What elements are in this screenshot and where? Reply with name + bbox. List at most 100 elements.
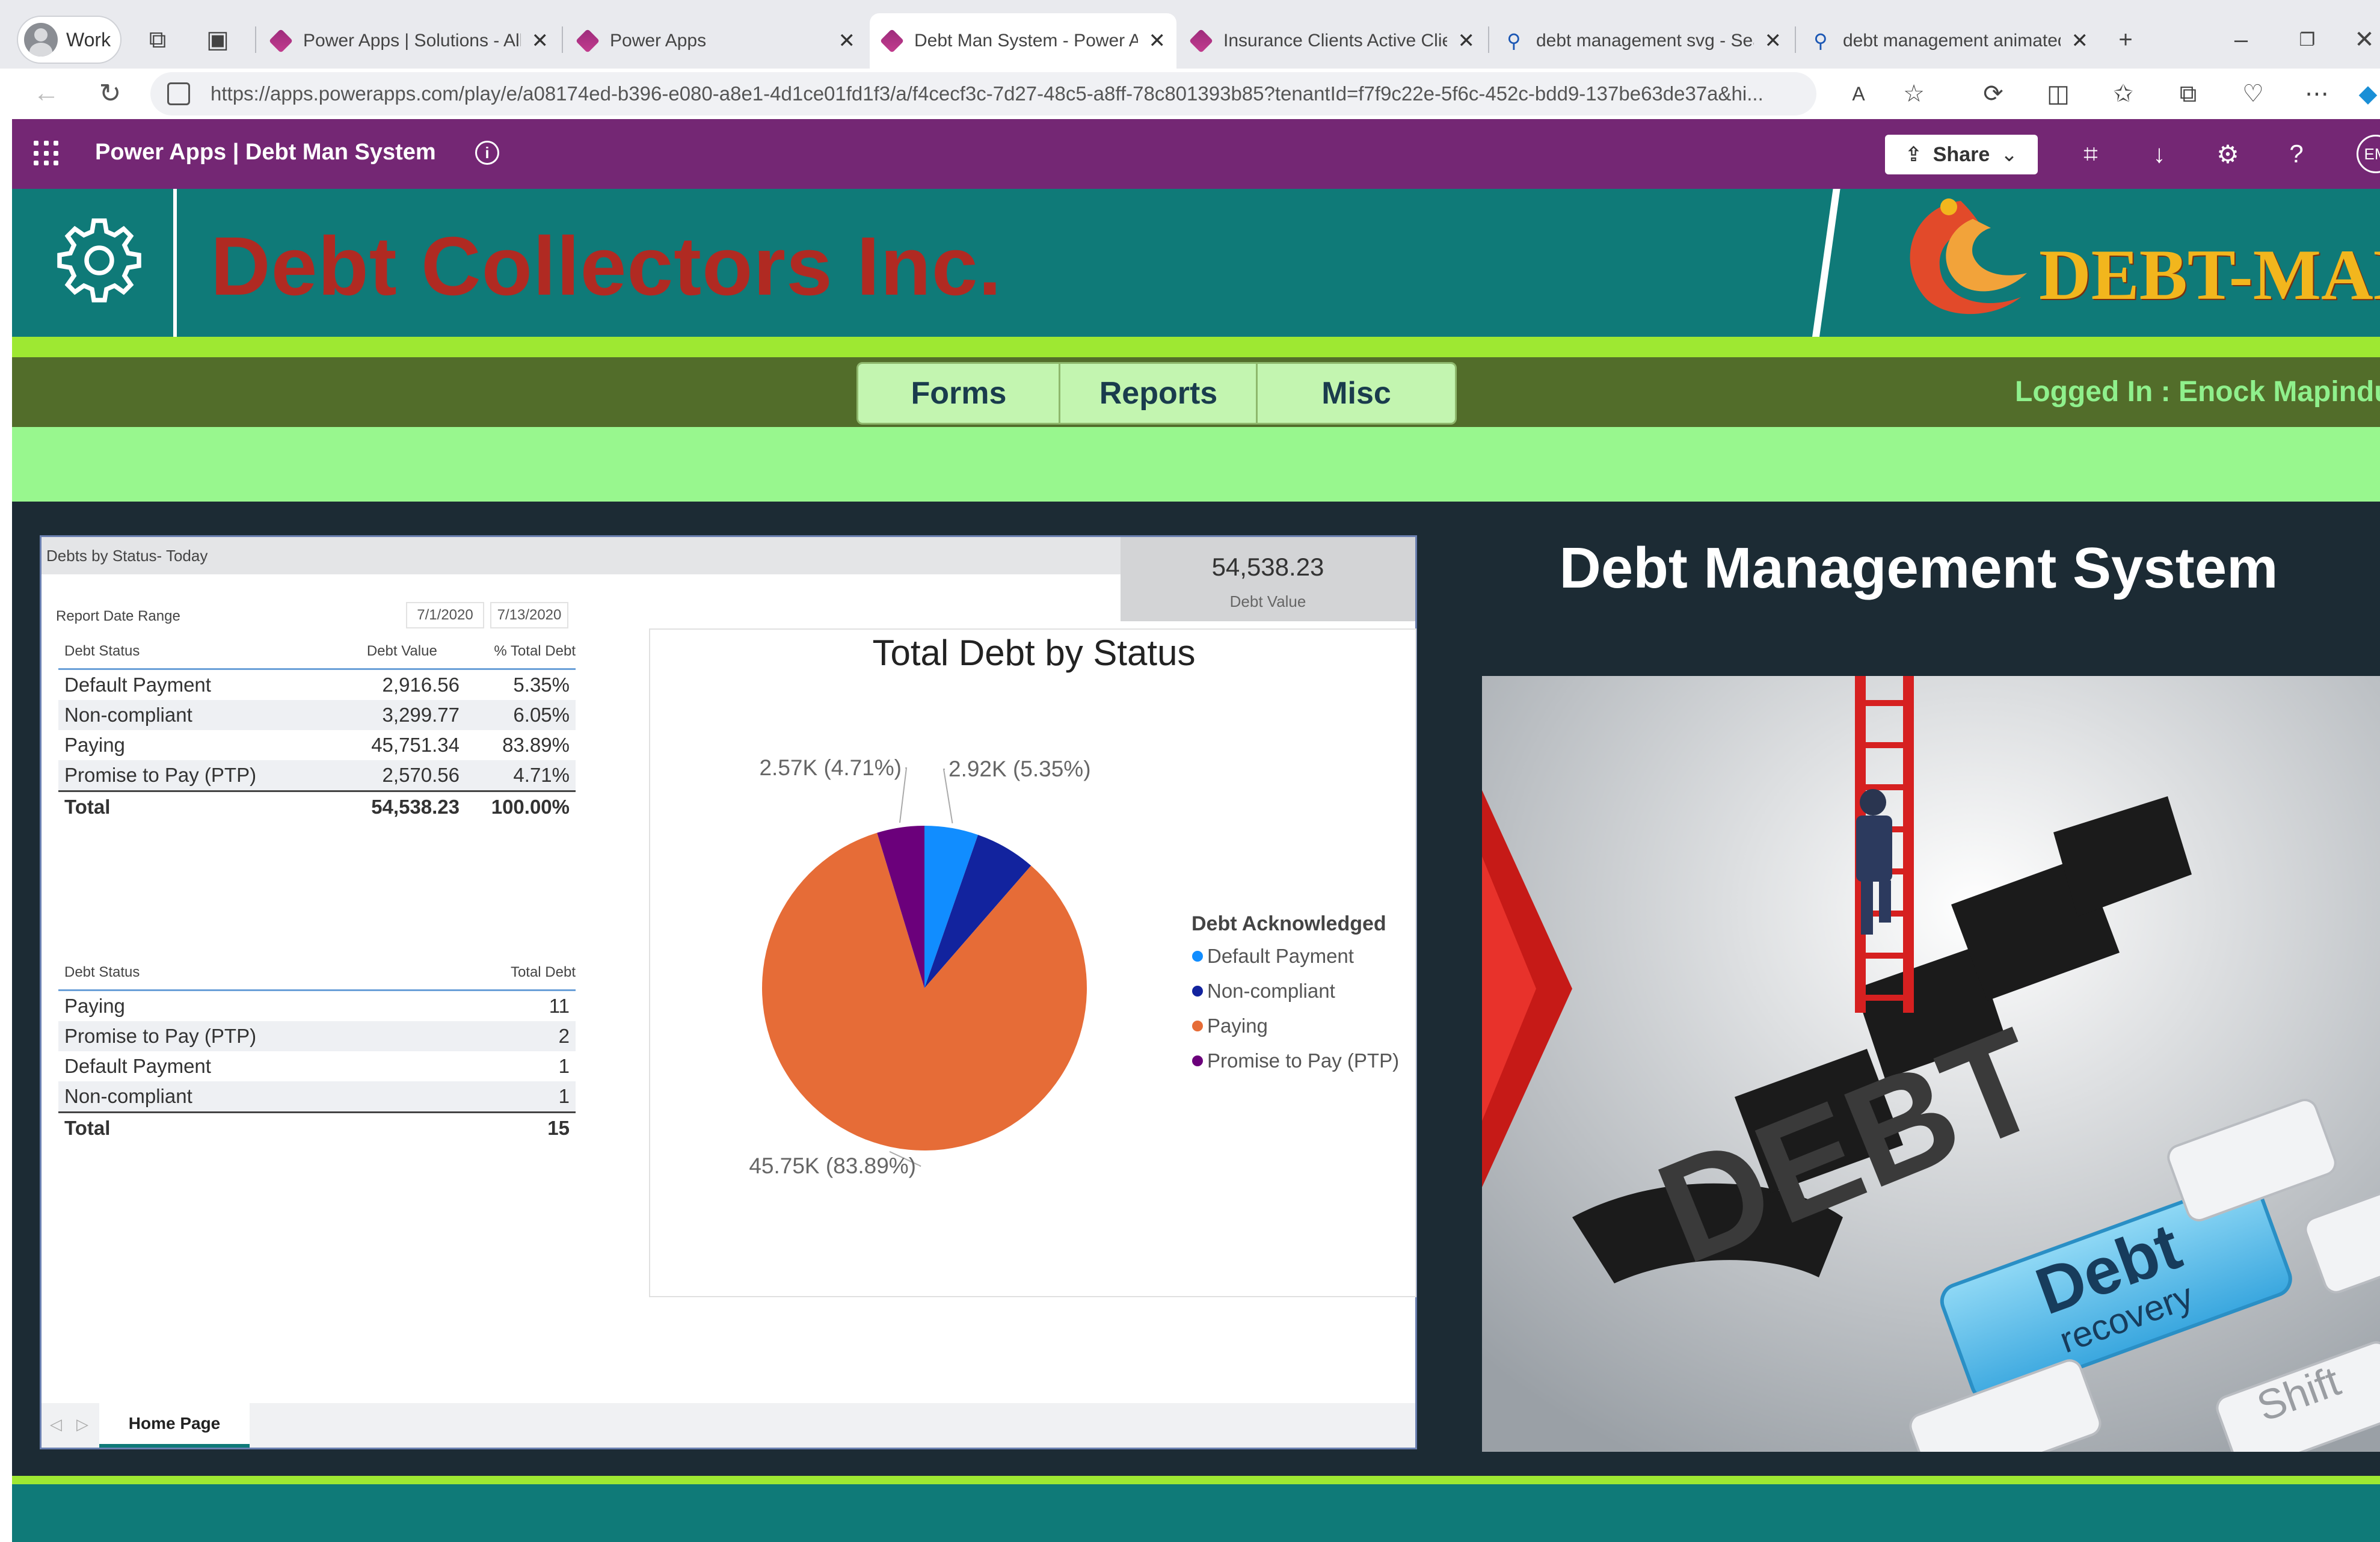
table-row: Paying 45,751.34 83.89% <box>58 730 576 760</box>
restore-icon[interactable]: ❐ <box>2292 24 2323 55</box>
powerapps-icon <box>879 28 905 54</box>
tab-separator <box>562 26 563 53</box>
app-launcher-icon[interactable] <box>34 141 60 167</box>
status-cell: Default Payment <box>64 674 211 696</box>
tab-separator <box>255 26 256 53</box>
column-header[interactable]: Debt Status <box>58 643 307 670</box>
nav-tab-forms[interactable]: Forms <box>856 362 1061 425</box>
table-row: Promise to Pay (PTP) 2,570.56 4.71% <box>58 760 576 791</box>
logged-in-user: Logged In : Enock Mapindu <box>2015 376 2380 408</box>
tab-debt-man-system[interactable]: Debt Man System - Power A ✕ <box>870 13 1176 69</box>
nav-tab-misc[interactable]: Misc <box>1256 362 1457 425</box>
pie-data-label: 2.57K (4.71%) <box>759 755 902 780</box>
table-row: Non-compliant 1 <box>58 1081 576 1113</box>
favorites-icon[interactable]: ✩ <box>2104 75 2142 113</box>
address-bar-row: ← ↻ https://apps.powerapps.com/play/e/a0… <box>0 69 2380 119</box>
column-header[interactable]: Debt Status <box>58 964 442 991</box>
favorite-star-icon[interactable]: ☆ <box>1895 75 1933 113</box>
gear-icon[interactable] <box>54 215 144 306</box>
column-header[interactable]: Total Debt <box>441 964 576 991</box>
back-icon[interactable]: ← <box>26 73 66 113</box>
table-row: Default Payment 1 <box>58 1051 576 1081</box>
embedded-powerbi-report: Debts by Status- Today 54,538.23 Debt Va… <box>40 535 1417 1449</box>
browser-essentials-icon[interactable]: ♡ <box>2234 75 2272 113</box>
system-title: Debt Management System <box>1559 536 2278 600</box>
legend-marker <box>1192 951 1203 962</box>
fit-to-window-icon[interactable]: ⌗ <box>2074 137 2108 171</box>
close-icon[interactable]: ✕ <box>838 29 856 53</box>
close-icon[interactable]: ✕ <box>1458 29 1475 53</box>
workspaces-icon[interactable]: ⧉ <box>142 24 173 55</box>
page-tab-home[interactable]: Home Page <box>99 1403 250 1448</box>
info-icon[interactable]: i <box>475 141 499 165</box>
download-icon[interactable]: ↓ <box>2142 137 2176 171</box>
status-cell: Default Payment <box>64 1055 211 1077</box>
pie-chart-card: 2.92K (5.35%) 45.75K (83.89%) 2.57K (4.71%… <box>649 628 1416 1297</box>
status-cell: Promise to Pay (PTP) <box>58 1021 442 1051</box>
tab-label: debt management svg - Sea <box>1536 31 1754 51</box>
value-cell: 3,299.77 <box>306 700 466 730</box>
legend-item[interactable]: Non-compliant <box>1207 980 1335 1002</box>
legend-item[interactable]: Default Payment <box>1207 945 1354 967</box>
column-header[interactable]: % Total Debt <box>466 643 576 670</box>
legend-title: Debt Acknowledged <box>1192 912 1386 935</box>
extensions-icon[interactable]: ⟳ <box>1974 75 2013 113</box>
close-icon[interactable]: ✕ <box>2071 29 2089 53</box>
value-cell: 2,916.56 <box>382 674 460 696</box>
settings-icon[interactable]: ⚙ <box>2211 137 2245 171</box>
tab-separator <box>1488 26 1489 53</box>
next-page-icon[interactable]: ▷ <box>76 1415 88 1434</box>
refresh-icon[interactable]: ↻ <box>90 73 130 113</box>
vertical-tabs-icon[interactable]: ▣ <box>202 24 233 55</box>
status-cell: Paying <box>64 995 125 1017</box>
minimize-icon[interactable]: – <box>2225 24 2257 55</box>
nav-accent-line <box>12 337 2380 357</box>
close-icon[interactable]: ✕ <box>532 29 549 53</box>
tab-powerapps[interactable]: Power Apps ✕ <box>565 13 866 69</box>
help-icon[interactable]: ? <box>2280 137 2313 171</box>
profile-button[interactable]: Work <box>17 16 121 64</box>
debt-value-table: Debt Status Debt Value % Total Debt Defa… <box>58 643 576 822</box>
app-title: Power Apps | Debt Man System <box>95 140 436 165</box>
user-avatar[interactable]: EM <box>2357 135 2380 173</box>
prev-page-icon[interactable]: ◁ <box>50 1415 62 1434</box>
split-screen-icon[interactable]: ◫ <box>2039 75 2077 113</box>
new-tab-button[interactable]: + <box>2110 24 2141 55</box>
date-to-field[interactable]: 7/13/2020 <box>490 602 568 628</box>
tab-search-debt-svg[interactable]: ⚲ debt management svg - Sea ✕ <box>1492 13 1792 69</box>
copilot-icon[interactable]: ◆ <box>2349 75 2380 113</box>
window-close-icon[interactable]: ✕ <box>2349 24 2380 55</box>
percent-cell: 4.71% <box>466 760 576 791</box>
debt-recovery-illustration: DEBT Debt recovery Shift <box>1482 676 2380 1452</box>
read-aloud-icon[interactable]: A <box>1839 75 1878 113</box>
powerapps-header: Power Apps | Debt Man System i ⇪ Share ⌄… <box>12 119 2380 189</box>
total-label: Total <box>58 1111 442 1143</box>
tab-search-debt-animated[interactable]: ⚲ debt management animated ✕ <box>1798 13 2099 69</box>
tab-insurance-clients[interactable]: Insurance Clients Active Clie ✕ <box>1179 13 1486 69</box>
tab-label: debt management animated <box>1843 31 2061 51</box>
powerapps-icon <box>575 28 600 54</box>
pie-chart: 2.92K (5.35%) 45.75K (83.89%) 2.57K (4.71%… <box>749 755 1399 1178</box>
tab-powerapps-solutions[interactable]: Power Apps | Solutions - All ✕ <box>259 13 559 69</box>
search-icon: ⚲ <box>1813 30 1828 52</box>
collections-icon[interactable]: ⧉ <box>2169 75 2207 113</box>
column-header[interactable]: Debt Value <box>306 643 466 670</box>
total-count: 15 <box>441 1111 576 1143</box>
banner-divider <box>173 189 177 337</box>
date-from-field[interactable]: 7/1/2020 <box>406 602 484 628</box>
more-options-icon[interactable]: ⋯ <box>2298 75 2336 113</box>
close-icon[interactable]: ✕ <box>1765 29 1782 53</box>
nav-tab-reports[interactable]: Reports <box>1059 362 1258 425</box>
url-text: https://apps.powerapps.com/play/e/a08174… <box>211 82 1763 105</box>
url-field[interactable]: https://apps.powerapps.com/play/e/a08174… <box>150 72 1816 115</box>
total-label: Total <box>58 790 307 822</box>
legend-item[interactable]: Paying <box>1207 1015 1268 1037</box>
tab-label: Power Apps | Solutions - All <box>303 31 521 51</box>
close-icon[interactable]: ✕ <box>1149 29 1166 53</box>
share-button[interactable]: ⇪ Share ⌄ <box>1885 135 2038 174</box>
legend-item[interactable]: Promise to Pay (PTP) <box>1207 1049 1399 1072</box>
table-total-row: Total 15 <box>58 1111 576 1143</box>
share-label: Share <box>1933 143 1990 166</box>
profile-label: Work <box>66 28 111 51</box>
pie-data-label: 2.92K (5.35%) <box>949 757 1091 781</box>
